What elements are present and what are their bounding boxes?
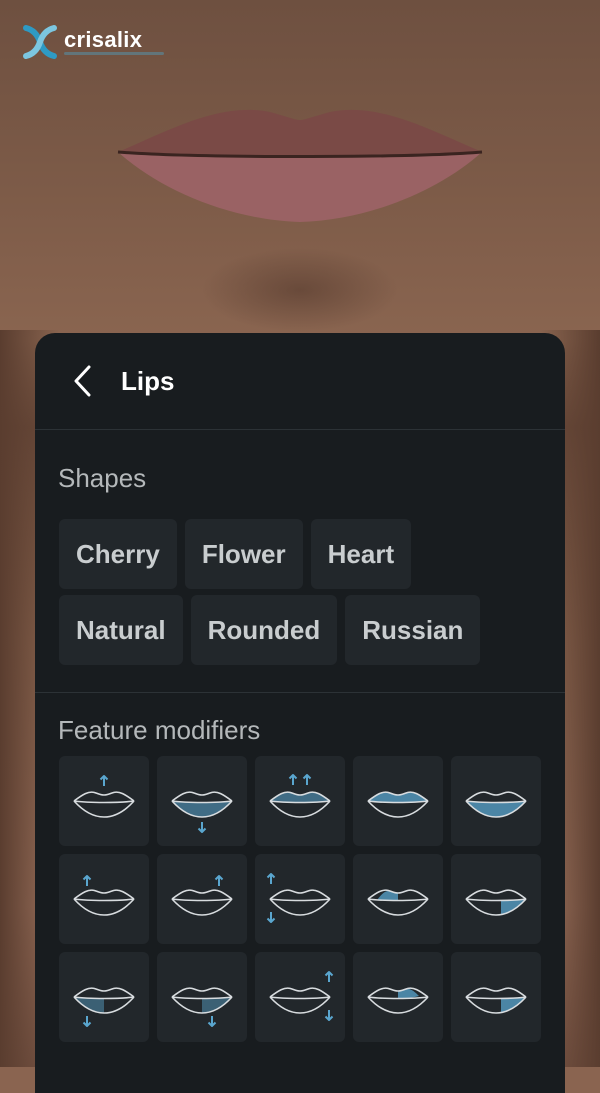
modifier-tile-2-4[interactable] — [353, 854, 443, 944]
brand-tagline-bar — [64, 52, 164, 55]
modifier-tile-1-4[interactable] — [353, 756, 443, 846]
upper-lip-fill-icon — [367, 791, 429, 818]
shape-heart[interactable]: Heart — [310, 519, 412, 589]
panel-header: Lips — [35, 333, 565, 430]
modifier-tile-1-2[interactable] — [157, 756, 247, 846]
shape-russian[interactable]: Russian — [345, 595, 481, 665]
modifier-tile-1-3[interactable] — [255, 756, 345, 846]
lower-lip-down-icon — [171, 791, 233, 833]
modifier-tile-3-4[interactable] — [353, 952, 443, 1042]
modifier-tile-2-2[interactable] — [157, 854, 247, 944]
feature-modifier-grid — [59, 756, 541, 1042]
brand-logo: crisalix — [22, 24, 164, 60]
shape-rounded[interactable]: Rounded — [190, 595, 338, 665]
lower-right-fill-icon — [465, 889, 527, 916]
modifier-tile-1-1[interactable] — [59, 756, 149, 846]
brand-name: crisalix — [64, 27, 143, 52]
upper-left-fill-icon — [367, 889, 429, 916]
shape-row-1: Cherry Flower Heart — [59, 519, 549, 589]
back-button[interactable] — [59, 358, 105, 404]
modifier-tile-1-5[interactable] — [451, 756, 541, 846]
modifier-tile-3-3[interactable] — [255, 952, 345, 1042]
lower-right-corner-fill-icon — [465, 987, 527, 1014]
shapes-heading: Shapes — [58, 463, 147, 493]
modifier-tile-2-1[interactable] — [59, 854, 149, 944]
section-divider — [35, 692, 565, 693]
lips-photo — [117, 109, 483, 222]
upper-lip-up-icon — [73, 775, 135, 818]
modifier-tile-3-2[interactable] — [157, 952, 247, 1042]
modifier-tile-2-3[interactable] — [255, 854, 345, 944]
lips-panel: Lips Shapes Cherry Flower Heart Natural … — [35, 333, 565, 1093]
left-lower-down-icon — [73, 987, 135, 1027]
shape-chips: Cherry Flower Heart Natural Rounded Russ… — [59, 519, 549, 671]
shape-row-2: Natural Rounded Russian — [59, 595, 549, 665]
lower-lip-fill-icon — [465, 791, 527, 818]
chevron-left-icon — [74, 365, 91, 397]
crisalix-logo-icon — [23, 25, 57, 59]
lip-height-adjust-icon — [266, 873, 331, 923]
shape-cherry[interactable]: Cherry — [59, 519, 177, 589]
shape-flower[interactable]: Flower — [184, 519, 303, 589]
modifier-tile-3-5[interactable] — [451, 952, 541, 1042]
right-lower-down-icon — [171, 987, 233, 1027]
modifier-tile-2-5[interactable] — [451, 854, 541, 944]
shape-natural[interactable]: Natural — [59, 595, 183, 665]
feature-modifiers-heading: Feature modifiers — [58, 715, 261, 745]
both-lips-up-icon — [269, 774, 331, 818]
right-corner-up-icon — [171, 875, 233, 916]
panel-title: Lips — [121, 365, 175, 396]
upper-right-fill-icon — [367, 987, 429, 1014]
left-corner-up-icon — [73, 875, 135, 916]
right-height-adjust-icon — [269, 971, 334, 1021]
modifier-tile-3-1[interactable] — [59, 952, 149, 1042]
